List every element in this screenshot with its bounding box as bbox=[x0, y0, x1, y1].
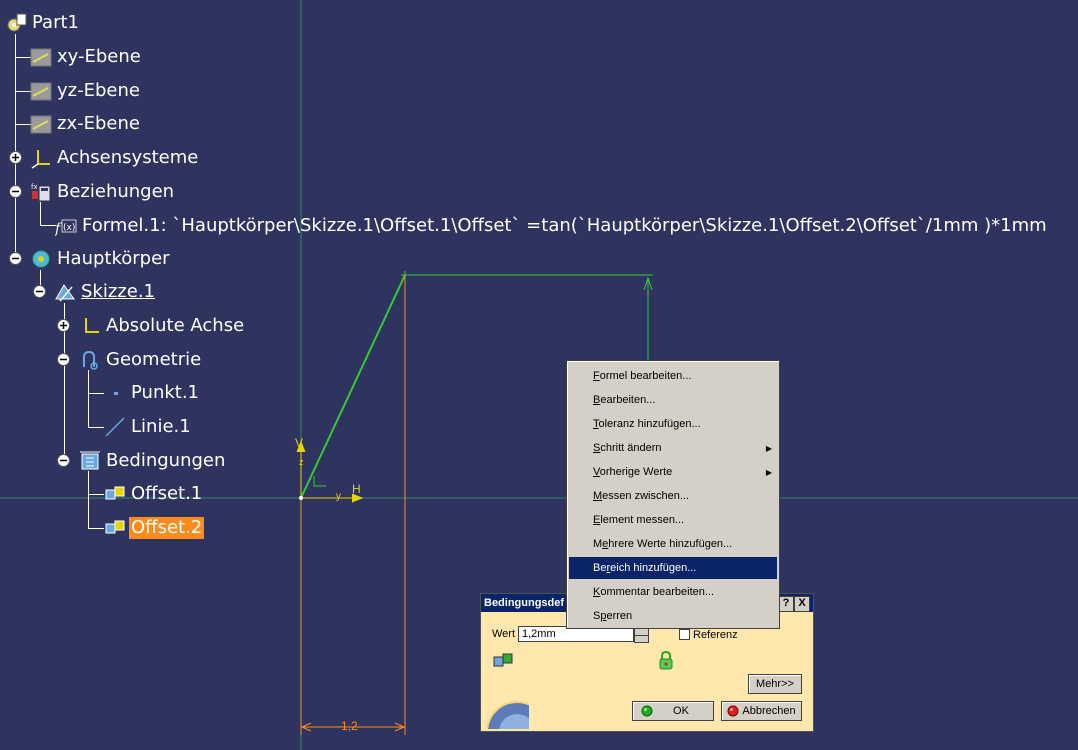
spin-down-button[interactable] bbox=[634, 635, 649, 643]
point-icon bbox=[114, 392, 118, 395]
submenu-arrow-icon: ▶ bbox=[765, 443, 772, 453]
tree-node-formel[interactable]: f (x) Formel.1: `Hauptkörper\Skizze.1\Off… bbox=[55, 213, 1049, 239]
formula-fx-icon: f (x) bbox=[55, 219, 77, 237]
geometry-icon bbox=[83, 350, 98, 370]
collapse-hauptkoerper-icon[interactable] bbox=[9, 252, 22, 265]
tree-label-offset2: Offset.2 bbox=[129, 517, 205, 539]
context-menu: Formel bearbeiten... Bearbeiten... Toler… bbox=[566, 360, 780, 629]
collapse-geometrie-icon[interactable] bbox=[57, 353, 70, 366]
expand-achsensysteme-icon[interactable] bbox=[9, 151, 22, 164]
relations-calculator-icon: fx bbox=[31, 183, 51, 202]
offset-constraint-icon bbox=[105, 486, 125, 500]
tree-label-zx-plane: zx-Ebene bbox=[57, 113, 140, 134]
tree-label-achsensysteme: Achsensysteme bbox=[57, 147, 199, 168]
ok-button-label: OK bbox=[673, 705, 689, 717]
mehr-button[interactable]: Mehr>> bbox=[748, 674, 802, 694]
menu-item-toleranz-hinzufuegen[interactable]: Toleranz hinzufügen... bbox=[569, 413, 777, 435]
collapse-skizze-icon[interactable] bbox=[33, 285, 46, 298]
ok-button[interactable]: OK bbox=[632, 701, 714, 721]
tree-label-linie: Linie.1 bbox=[131, 416, 191, 437]
lock-icon[interactable] bbox=[659, 651, 673, 670]
dialog-help-button[interactable]: ? bbox=[778, 596, 794, 612]
referenz-checkbox[interactable] bbox=[679, 629, 690, 640]
tree-node-bedingungen[interactable]: Bedingungen bbox=[79, 448, 227, 474]
tree-label-formel: Formel.1: `Hauptkörper\Skizze.1\Offset.1… bbox=[82, 215, 1047, 236]
tree-node-achsensysteme[interactable]: Achsensysteme bbox=[30, 145, 200, 171]
svg-text:fx: fx bbox=[31, 183, 38, 191]
tree-node-offset1[interactable]: Offset.1 bbox=[104, 481, 204, 507]
body-gear-icon bbox=[32, 250, 50, 268]
tree-label-hauptkoerper: Hauptkörper bbox=[57, 248, 170, 269]
ok-green-dot-icon bbox=[641, 705, 653, 717]
menu-item-element-messen[interactable]: Element messen... bbox=[569, 509, 777, 531]
tree-label-absolute-achse: Absolute Achse bbox=[106, 315, 245, 336]
cancel-button[interactable]: Abbrechen bbox=[721, 701, 802, 721]
offset-constraint-icon bbox=[105, 520, 125, 534]
menu-item-schritt-aendern[interactable]: Schritt ändern ▶ bbox=[569, 437, 777, 459]
tree-label-offset1: Offset.1 bbox=[131, 483, 203, 504]
tree-label-yz-plane: yz-Ebene bbox=[57, 80, 140, 101]
menu-item-bearbeiten[interactable]: Bearbeiten... bbox=[569, 389, 777, 411]
menu-item-mehrere-werte[interactable]: Mehrere Werte hinzufügen... bbox=[569, 533, 777, 555]
collapse-bedingungen-icon[interactable] bbox=[57, 454, 70, 467]
dialog-close-button[interactable]: X bbox=[794, 596, 810, 612]
plane-icon bbox=[30, 115, 52, 134]
tree-label-punkt: Punkt.1 bbox=[131, 382, 200, 403]
tree-node-offset2[interactable]: Offset.2 bbox=[104, 515, 205, 541]
tree-label-xy-plane: xy-Ebene bbox=[57, 46, 141, 67]
tree-node-geometrie[interactable]: Geometrie bbox=[79, 347, 203, 373]
dialog-globe-logo bbox=[486, 701, 529, 729]
menu-item-sperren[interactable]: Sperren bbox=[569, 605, 777, 627]
plane-icon bbox=[30, 82, 52, 101]
tree-label-beziehungen: Beziehungen bbox=[57, 181, 175, 202]
referenz-label: Referenz bbox=[693, 629, 738, 641]
tree-label-part1: Part1 bbox=[32, 12, 79, 33]
tree-node-yz-plane[interactable]: yz-Ebene bbox=[30, 78, 142, 104]
tree-label-geometrie: Geometrie bbox=[106, 349, 202, 370]
absolute-axis-icon bbox=[85, 318, 99, 333]
tree-node-beziehungen[interactable]: fx Beziehungen bbox=[30, 179, 176, 205]
sketch-icon bbox=[55, 284, 75, 302]
plane-icon bbox=[30, 48, 52, 67]
collapse-beziehungen-icon[interactable] bbox=[9, 185, 22, 198]
cancel-button-label: Abbrechen bbox=[742, 705, 796, 717]
tree-label-skizze: Skizze.1 bbox=[81, 281, 155, 302]
menu-item-vorherige-werte[interactable]: Vorherige Werte ▶ bbox=[569, 461, 777, 483]
tree-node-xy-plane[interactable]: xy-Ebene bbox=[30, 44, 143, 70]
offset-constraint-icon bbox=[493, 653, 513, 667]
tree-node-punkt[interactable]: Punkt.1 bbox=[104, 380, 201, 406]
wert-label: Wert bbox=[492, 628, 516, 640]
tree-node-part1[interactable]: Part1 bbox=[5, 10, 81, 36]
submenu-arrow-icon: ▶ bbox=[765, 467, 772, 477]
menu-item-formel-bearbeiten[interactable]: Formel bearbeiten... bbox=[569, 365, 777, 387]
tree-node-hauptkoerper[interactable]: Hauptkörper bbox=[30, 246, 172, 272]
menu-item-messen-zwischen[interactable]: Messen zwischen... bbox=[569, 485, 777, 507]
line-icon bbox=[105, 417, 125, 437]
constraints-icon bbox=[80, 451, 100, 470]
menu-item-kommentar-bearbeiten[interactable]: Kommentar bearbeiten... bbox=[569, 581, 777, 603]
tree-label-bedingungen: Bedingungen bbox=[106, 450, 226, 471]
tree-node-skizze[interactable]: Skizze.1 bbox=[54, 279, 157, 305]
part-gear-icon bbox=[7, 13, 27, 32]
tree-node-absolute-achse[interactable]: Absolute Achse bbox=[79, 313, 246, 339]
svg-text:(x): (x) bbox=[63, 223, 75, 233]
tree-node-zx-plane[interactable]: zx-Ebene bbox=[30, 111, 142, 137]
tree-node-linie[interactable]: Linie.1 bbox=[104, 414, 193, 440]
menu-item-bereich-hinzufuegen[interactable]: Bereich hinzufügen... bbox=[569, 557, 777, 579]
expand-absolute-achse-icon[interactable] bbox=[57, 319, 70, 332]
cancel-red-dot-icon bbox=[727, 705, 739, 717]
axis-system-icon bbox=[31, 150, 50, 169]
